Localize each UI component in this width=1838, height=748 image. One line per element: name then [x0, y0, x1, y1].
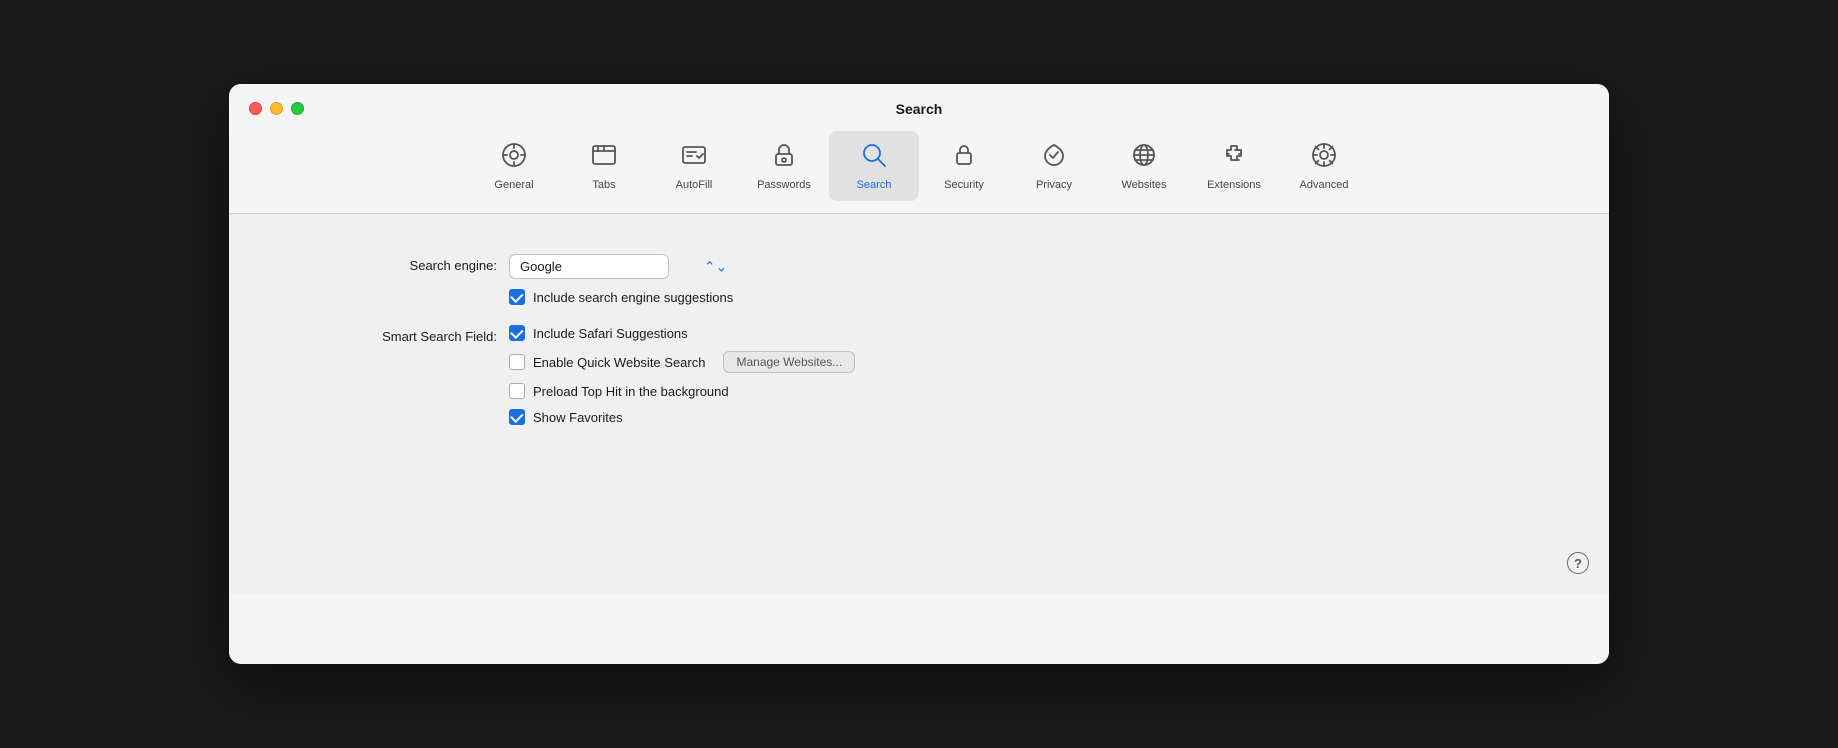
quick-website-label: Enable Quick Website Search [533, 355, 705, 370]
tab-general-label: General [494, 179, 533, 191]
general-icon [500, 141, 528, 173]
tab-extensions-label: Extensions [1207, 179, 1261, 191]
smart-search-content: Include Safari Suggestions Enable Quick … [509, 325, 855, 425]
help-button-label: ? [1574, 556, 1582, 571]
tab-websites-label: Websites [1121, 179, 1166, 191]
tab-tabs[interactable]: Tabs [559, 131, 649, 201]
tab-privacy-label: Privacy [1036, 179, 1072, 191]
tab-passwords[interactable]: Passwords [739, 131, 829, 201]
tab-tabs-label: Tabs [592, 179, 615, 191]
titlebar: Search [229, 84, 1609, 115]
preload-checkbox[interactable] [509, 383, 525, 399]
content-area: Search engine: Google Yahoo Bing DuckDuc… [229, 214, 1609, 594]
manage-websites-button[interactable]: Manage Websites... [723, 351, 855, 373]
privacy-icon [1040, 141, 1068, 173]
include-suggestions-checkbox[interactable] [509, 289, 525, 305]
tab-advanced-label: Advanced [1300, 179, 1349, 191]
search-engine-select-wrapper: Google Yahoo Bing DuckDuckGo Ecosia ⌃⌄ [509, 254, 733, 279]
tab-search[interactable]: Search [829, 131, 919, 201]
search-engine-select[interactable]: Google Yahoo Bing DuckDuckGo Ecosia [509, 254, 669, 279]
show-favorites-label: Show Favorites [533, 410, 623, 425]
tab-search-label: Search [857, 179, 892, 191]
search-engine-row: Search engine: Google Yahoo Bing DuckDuc… [289, 254, 1549, 305]
passwords-icon [770, 141, 798, 173]
include-suggestions-row: Include search engine suggestions [509, 289, 733, 305]
websites-icon [1130, 141, 1158, 173]
show-favorites-checkbox[interactable] [509, 409, 525, 425]
tabs-icon [590, 141, 618, 173]
preferences-window: Search General Tabs AutoFill Passwo [229, 84, 1609, 664]
include-safari-checkbox[interactable] [509, 325, 525, 341]
tab-privacy[interactable]: Privacy [1009, 131, 1099, 201]
smart-search-row: Smart Search Field: Include Safari Sugge… [289, 325, 1549, 425]
tab-autofill-label: AutoFill [676, 179, 713, 191]
include-safari-row: Include Safari Suggestions [509, 325, 855, 341]
preload-label: Preload Top Hit in the background [533, 384, 729, 399]
search-engine-content: Google Yahoo Bing DuckDuckGo Ecosia ⌃⌄ I… [509, 254, 733, 305]
close-button[interactable] [249, 102, 262, 115]
tab-autofill[interactable]: AutoFill [649, 131, 739, 201]
quick-website-checkbox[interactable] [509, 354, 525, 370]
maximize-button[interactable] [291, 102, 304, 115]
quick-website-row: Enable Quick Website Search Manage Websi… [509, 351, 855, 373]
window-title: Search [896, 101, 943, 117]
tab-security[interactable]: Security [919, 131, 1009, 201]
tab-advanced[interactable]: Advanced [1279, 131, 1369, 201]
toolbar: General Tabs AutoFill Passwords Search [229, 115, 1609, 213]
tab-general[interactable]: General [469, 131, 559, 201]
tab-websites[interactable]: Websites [1099, 131, 1189, 201]
search-engine-label: Search engine: [289, 254, 509, 273]
select-arrow-icon: ⌃⌄ [704, 258, 727, 275]
extensions-icon [1220, 141, 1248, 173]
help-button[interactable]: ? [1567, 552, 1589, 574]
search-icon [860, 141, 888, 173]
tab-passwords-label: Passwords [757, 179, 811, 191]
show-favorites-row: Show Favorites [509, 409, 855, 425]
minimize-button[interactable] [270, 102, 283, 115]
include-safari-label: Include Safari Suggestions [533, 326, 688, 341]
tab-extensions[interactable]: Extensions [1189, 131, 1279, 201]
security-icon [950, 141, 978, 173]
preload-row: Preload Top Hit in the background [509, 383, 855, 399]
autofill-icon [680, 141, 708, 173]
traffic-lights [249, 102, 304, 115]
include-suggestions-label: Include search engine suggestions [533, 290, 733, 305]
advanced-icon [1310, 141, 1338, 173]
smart-search-label: Smart Search Field: [289, 325, 509, 344]
tab-security-label: Security [944, 179, 984, 191]
